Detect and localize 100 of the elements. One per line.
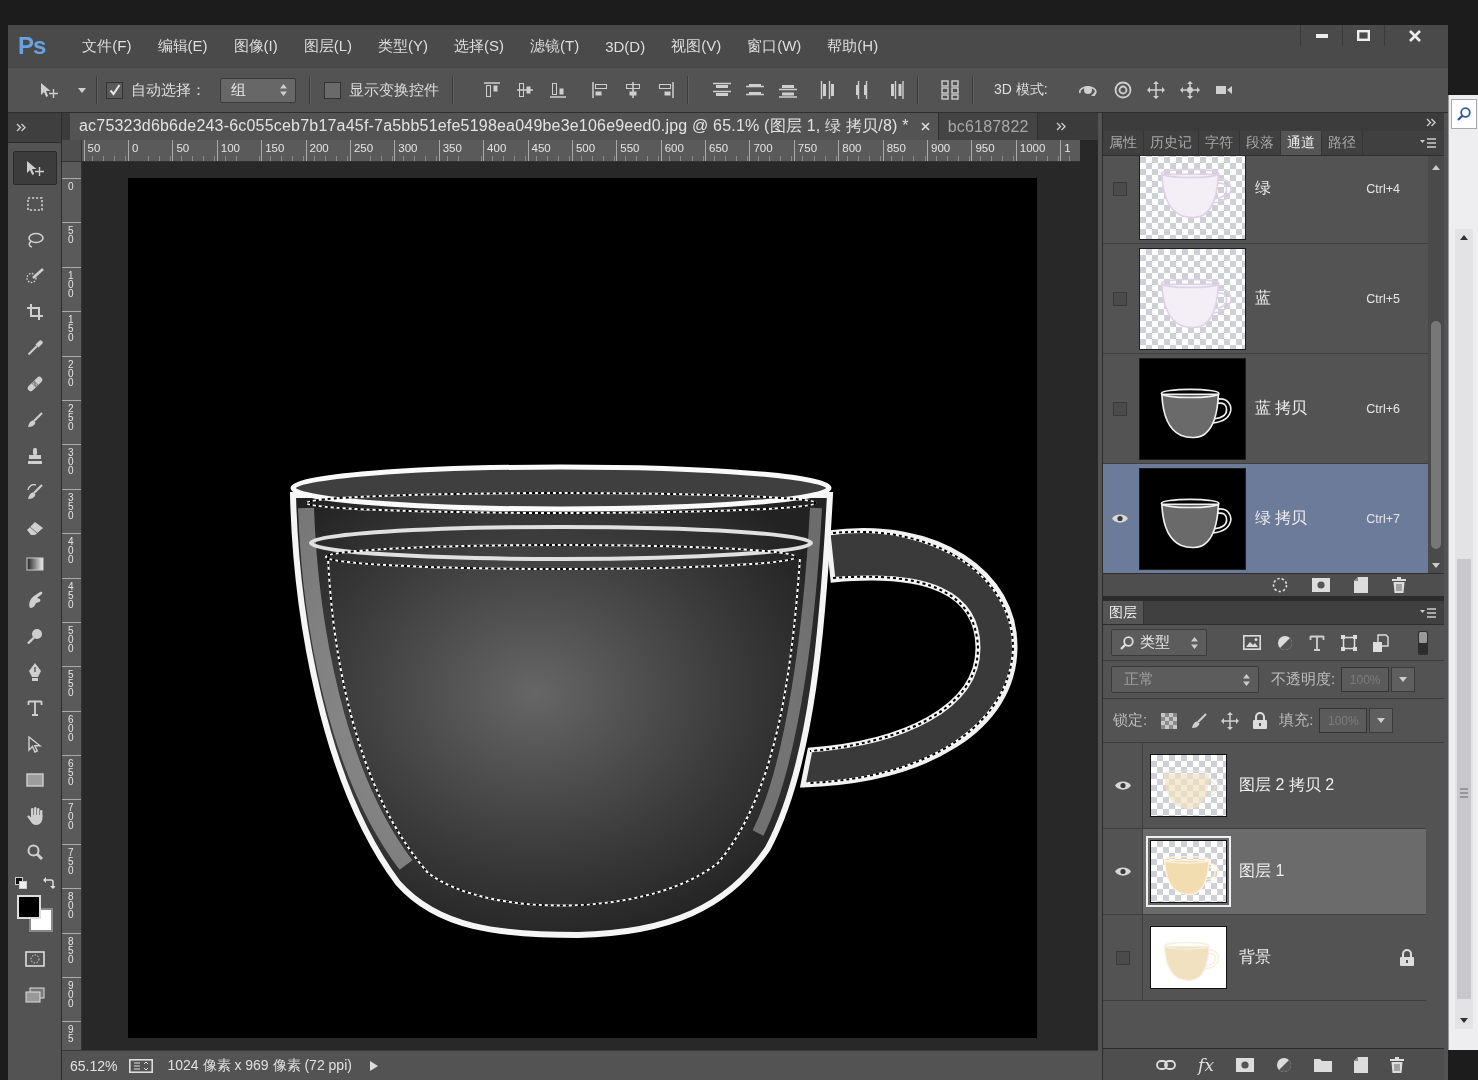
info-box-icon[interactable] <box>129 1058 154 1073</box>
layer-row[interactable]: 图层 1 <box>1143 829 1426 914</box>
distribute-center-icon[interactable] <box>854 81 870 99</box>
fill-dropdown-button[interactable] <box>1369 708 1394 733</box>
eye-icon[interactable] <box>1111 513 1129 524</box>
dashed-circle-icon[interactable] <box>1272 577 1288 593</box>
mask-icon[interactable] <box>1236 1057 1254 1072</box>
document-tab[interactable]: ac75323d6b6de243-6c055ceb7b17a45f-7a5bb51efe5198ea049be3e106e9eed0.jpg @ 65.1% (图层 1, 绿 拷贝/8) * <box>70 113 939 140</box>
effects-button[interactable]: fx <box>1198 1054 1214 1075</box>
channel-row[interactable]: 绿 Ctrl+4 <box>1103 156 1428 244</box>
overlapping-windows-icon[interactable] <box>24 987 45 1003</box>
ruler-label: 550 <box>68 670 75 698</box>
opacity-dropdown-button[interactable] <box>1391 667 1416 692</box>
panel-tab[interactable]: 路径 <box>1322 131 1363 155</box>
distribute-right-icon[interactable] <box>888 81 904 99</box>
transform-controls-checkbox[interactable] <box>324 81 341 99</box>
lasso-icon <box>25 232 44 248</box>
move-icon[interactable] <box>40 82 58 98</box>
new-page-icon[interactable] <box>1354 577 1368 593</box>
panel-tab[interactable]: 图层 <box>1103 601 1144 624</box>
roll-icon[interactable] <box>1113 81 1132 99</box>
distribute-top-icon[interactable] <box>713 82 731 98</box>
dashed-circle-frame-icon[interactable] <box>24 951 45 967</box>
menu-item[interactable]: 选择(S) <box>445 36 514 56</box>
menu-item[interactable]: 编辑(E) <box>148 36 217 56</box>
bounding-box-icon[interactable] <box>1341 634 1357 651</box>
menu-item[interactable]: 3D(D) <box>596 37 655 55</box>
slide-arrows-icon[interactable] <box>1179 81 1200 99</box>
auto-align-icon[interactable] <box>941 80 959 100</box>
trash-icon[interactable] <box>1392 577 1406 593</box>
panel-tab[interactable]: 通道 <box>1281 131 1322 155</box>
new-page-icon[interactable] <box>1354 1056 1368 1073</box>
image-icon[interactable] <box>1243 635 1261 650</box>
half-circle-icon[interactable] <box>1277 634 1293 651</box>
scrollbar[interactable] <box>1454 229 1473 1029</box>
panel-tab[interactable]: 历史记 <box>1144 131 1199 155</box>
panel-menu-icon[interactable] <box>1420 608 1436 618</box>
align-middle-icon[interactable] <box>517 82 533 98</box>
document-tab[interactable]: bc6187822 <box>938 113 1038 140</box>
swap-arrow-icon[interactable] <box>42 877 55 889</box>
padlock-icon[interactable] <box>1253 712 1268 729</box>
search-icon <box>1456 107 1471 121</box>
move-cross-icon[interactable] <box>1221 711 1240 730</box>
close-icon[interactable] <box>920 122 930 131</box>
mode-3d-label: 3D 模式: <box>994 81 1048 99</box>
distribute-middle-icon[interactable] <box>746 82 764 98</box>
default-colors-icon[interactable] <box>14 877 27 889</box>
align-left-icon[interactable] <box>592 82 608 98</box>
type-icon[interactable] <box>1309 634 1325 651</box>
toggle-switch-icon[interactable] <box>1418 630 1428 655</box>
foreground-color-icon[interactable] <box>16 895 41 919</box>
brush-icon <box>26 412 43 428</box>
layer-row[interactable]: 图层 2 拷贝 2 <box>1143 743 1426 828</box>
menu-item[interactable]: 图像(I) <box>224 36 287 56</box>
auto-select-dropdown[interactable]: 组 <box>220 77 296 103</box>
eye-icon[interactable] <box>1113 866 1132 877</box>
menu-item[interactable]: 帮助(H) <box>818 36 888 56</box>
folder-icon[interactable] <box>1314 1057 1332 1072</box>
double-chevron-icon[interactable] <box>1055 122 1066 131</box>
mask-icon[interactable] <box>1312 578 1330 592</box>
align-right-icon[interactable] <box>658 82 674 98</box>
panel-tab[interactable]: 属性 <box>1103 131 1144 155</box>
right-triangle-icon[interactable] <box>369 1060 378 1071</box>
link-icon[interactable] <box>1156 1059 1177 1070</box>
menu-item[interactable]: 滤镜(T) <box>521 36 589 56</box>
checkerboard-icon[interactable] <box>1161 712 1178 729</box>
ruler-label: 95 <box>68 1025 75 1044</box>
overlapping-pages-icon[interactable] <box>1373 633 1389 652</box>
ruler-label: 450 <box>68 581 75 609</box>
menu-item[interactable]: 图层(L) <box>294 36 362 56</box>
align-top-icon[interactable] <box>484 82 500 98</box>
eye-icon[interactable] <box>1113 780 1132 791</box>
four-arrows-icon[interactable] <box>1146 81 1165 99</box>
updown-arrows-icon <box>1191 636 1198 649</box>
menu-item[interactable]: 文件(F) <box>73 36 141 56</box>
layer-row[interactable]: 背景 <box>1143 915 1426 1000</box>
search-button[interactable] <box>1450 99 1477 129</box>
align-bottom-icon[interactable] <box>550 82 566 98</box>
double-chevron-icon[interactable] <box>1426 117 1436 127</box>
panel-tab[interactable]: 字符 <box>1199 131 1240 155</box>
menu-item[interactable]: 窗口(W) <box>738 36 811 56</box>
filter-dropdown[interactable]: 类型 <box>1111 629 1207 656</box>
double-chevron-icon[interactable] <box>16 123 26 132</box>
panel-menu-icon[interactable] <box>1420 138 1436 148</box>
scrollbar[interactable] <box>1428 156 1444 573</box>
channel-row[interactable]: 绿 拷贝 Ctrl+7 <box>1103 464 1428 573</box>
auto-select-checkbox[interactable] <box>106 81 123 99</box>
distribute-left-icon[interactable] <box>820 81 836 99</box>
align-center-icon[interactable] <box>625 82 641 98</box>
half-circle-icon[interactable] <box>1276 1056 1292 1073</box>
trash-icon[interactable] <box>1390 1056 1404 1073</box>
camera-icon[interactable] <box>1214 83 1233 97</box>
tool-button[interactable] <box>12 151 57 185</box>
padlock-icon[interactable] <box>1400 949 1414 966</box>
menu-item[interactable]: 类型(Y) <box>369 36 438 56</box>
brush-icon[interactable] <box>1191 712 1208 729</box>
distribute-bottom-icon[interactable] <box>779 82 797 98</box>
menu-item[interactable]: 视图(V) <box>662 36 731 56</box>
zoom-level: 65.12% <box>70 1057 118 1074</box>
caret-icon[interactable] <box>78 87 86 93</box>
